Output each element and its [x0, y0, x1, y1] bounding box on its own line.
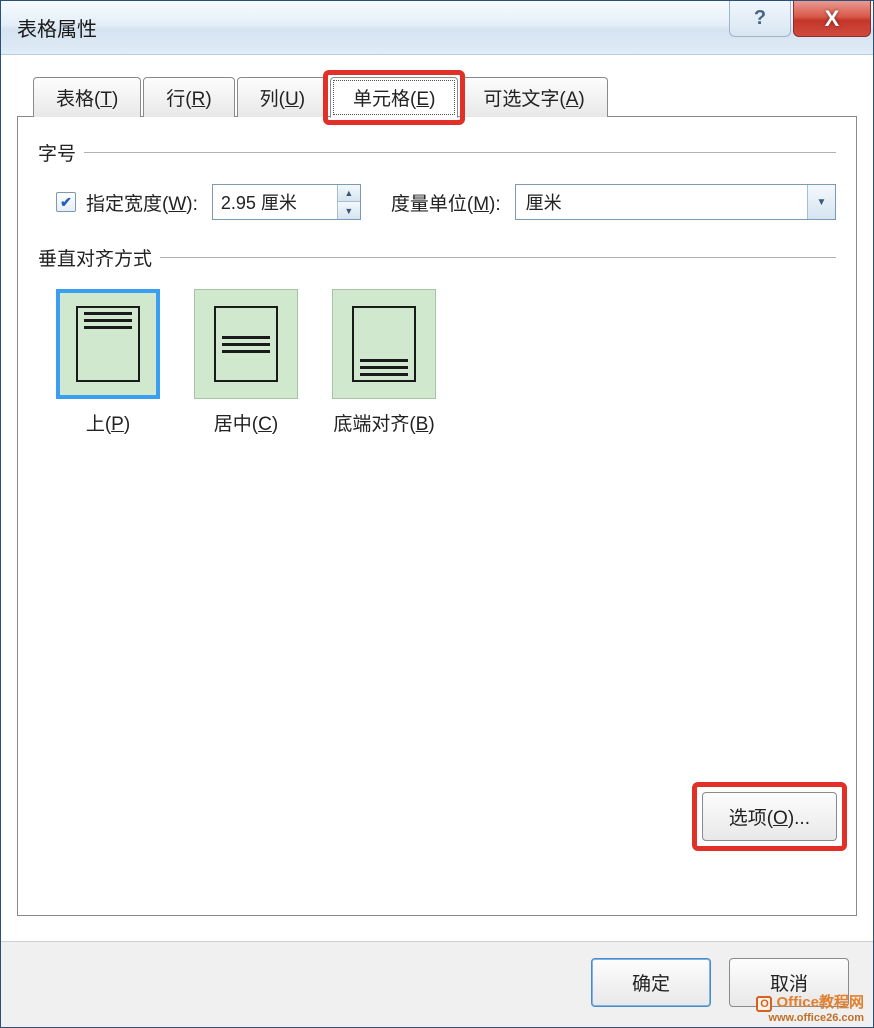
titlebar: 表格属性 ? X — [1, 1, 873, 55]
tab-alt-text[interactable]: 可选文字(A) — [460, 77, 607, 117]
chevron-down-icon: ▼ — [807, 185, 835, 219]
tab-cell[interactable]: 单元格(E) — [330, 77, 458, 118]
valign-group-title: 垂直对齐方式 — [38, 244, 152, 271]
width-input[interactable] — [213, 185, 337, 219]
divider — [84, 152, 836, 153]
valign-option-bottom[interactable]: 底端对齐(B) — [332, 289, 436, 436]
preferred-width-label: 指定宽度(W): — [86, 189, 198, 216]
checkbox-icon: ✔ — [56, 192, 76, 212]
valign-top-icon — [56, 289, 160, 399]
help-button[interactable]: ? — [729, 1, 791, 37]
measure-unit-value: 厘米 — [526, 189, 562, 215]
spinner-up-button[interactable]: ▲ — [338, 185, 360, 202]
valign-option-center[interactable]: 居中(C) — [194, 289, 298, 436]
valign-center-label: 居中(C) — [214, 409, 278, 436]
cancel-button[interactable]: 取消 — [729, 958, 849, 1007]
spinner-down-button[interactable]: ▼ — [338, 202, 360, 219]
width-spinner[interactable]: ▲ ▼ — [212, 184, 361, 220]
tab-table[interactable]: 表格(T) — [33, 77, 141, 117]
help-icon: ? — [754, 7, 766, 30]
size-group: 字号 ✔ 指定宽度(W): ▲ ▼ — [38, 139, 836, 220]
valign-bottom-icon — [332, 289, 436, 399]
valign-center-icon — [194, 289, 298, 399]
valign-top-label: 上(P) — [86, 409, 130, 436]
size-group-title: 字号 — [38, 139, 76, 166]
measure-unit-label: 度量单位(M): — [391, 189, 501, 216]
divider — [160, 257, 836, 258]
titlebar-buttons: ? X — [729, 1, 873, 41]
options-button-wrap: 选项(O)... — [702, 792, 837, 841]
measure-unit-dropdown[interactable]: 厘米 ▼ — [515, 184, 836, 220]
content-area: 表格(T) 行(R) 列(U) 单元格(E) 可选文字(A) 字号 — [1, 55, 873, 941]
close-button[interactable]: X — [793, 1, 871, 37]
tab-row[interactable]: 行(R) — [143, 77, 234, 117]
preferred-width-checkbox[interactable]: ✔ 指定宽度(W): — [56, 189, 198, 216]
ok-button[interactable]: 确定 — [591, 958, 711, 1007]
valign-bottom-label: 底端对齐(B) — [333, 409, 434, 436]
dialog-title: 表格属性 — [17, 13, 97, 42]
valign-option-top[interactable]: 上(P) — [56, 289, 160, 436]
tabs-row: 表格(T) 行(R) 列(U) 单元格(E) 可选文字(A) — [33, 77, 857, 117]
options-button[interactable]: 选项(O)... — [702, 792, 837, 841]
dialog-footer: 确定 取消 — [1, 941, 873, 1027]
tab-column[interactable]: 列(U) — [237, 77, 328, 117]
close-icon: X — [825, 6, 840, 32]
vertical-alignment-group: 垂直对齐方式 上(P) — [38, 244, 836, 436]
table-properties-dialog: 表格属性 ? X 表格(T) 行(R) 列(U) 单元格(E) — [0, 0, 874, 1028]
